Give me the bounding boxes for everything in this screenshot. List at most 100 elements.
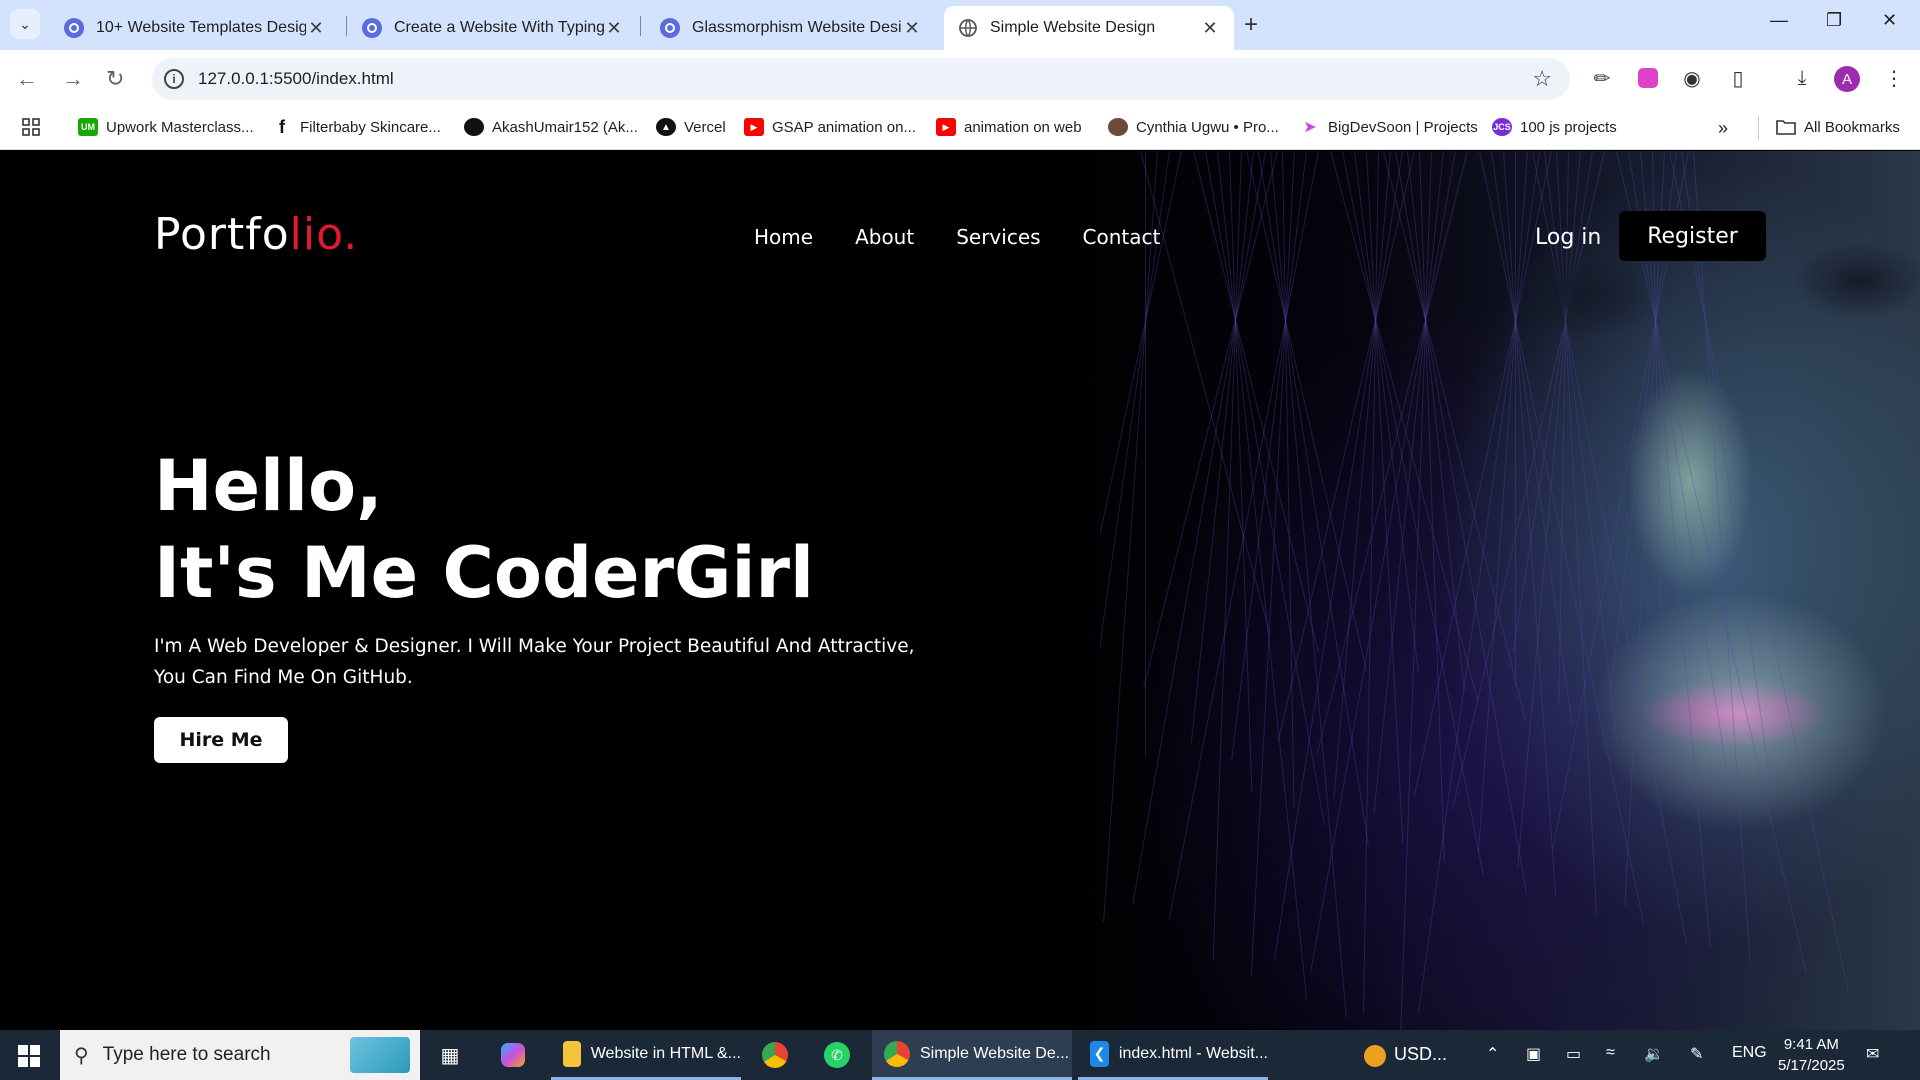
taskbar-app-chrome-active[interactable]: Simple Website De... (872, 1030, 1072, 1080)
taskbar-search[interactable]: ⚲ Type here to search (60, 1030, 420, 1080)
filterbaby-icon: f (279, 116, 285, 137)
back-icon[interactable]: ← (16, 66, 38, 92)
login-link[interactable]: Log in (1535, 225, 1601, 250)
hero-subtitle: I'm A Web Developer & Designer. I Will M… (154, 631, 934, 693)
tab-active[interactable]: Simple Website Design ✕ (944, 6, 1234, 50)
close-window-icon[interactable]: ✕ (1882, 10, 1897, 31)
tab-1[interactable]: 10+ Website Templates Design ✕ (50, 6, 340, 50)
close-icon[interactable]: ✕ (902, 18, 922, 39)
bookmark-item[interactable]: ➤ BigDevSoon | Projects (1300, 118, 1478, 137)
camera-icon[interactable]: ◉ (1678, 64, 1706, 92)
close-icon[interactable]: ✕ (1200, 18, 1220, 39)
bookmark-label: animation on web (964, 118, 1082, 136)
nav-about[interactable]: About (855, 225, 914, 249)
tab-search-button[interactable]: ⌄ (10, 9, 40, 39)
forward-icon[interactable]: → (62, 66, 84, 92)
bookmark-item[interactable]: JCS 100 js projects (1492, 118, 1617, 136)
bookmark-item[interactable]: f Filterbaby Skincare... (272, 116, 441, 137)
url-text[interactable]: 127.0.0.1:5500/index.html (198, 69, 394, 89)
close-icon[interactable]: ✕ (604, 18, 624, 39)
copilot-icon[interactable] (498, 1040, 528, 1070)
nav-contact[interactable]: Contact (1083, 225, 1161, 249)
clock[interactable]: 9:41 AM 5/17/2025 (1778, 1034, 1845, 1076)
taskbar-app-explorer[interactable]: Website in HTML &... (551, 1030, 741, 1080)
taskbar-app-label: Simple Website De... (920, 1044, 1070, 1062)
hire-me-button[interactable]: Hire Me (154, 717, 288, 763)
hair-strand (1640, 151, 1711, 948)
folder-icon (1776, 118, 1796, 136)
clock-date: 5/17/2025 (1778, 1057, 1845, 1074)
bookmarks-bar: UM Upwork Masterclass... f Filterbaby Skin… (0, 108, 1920, 150)
bookmark-item[interactable]: AkashUmair152 (Ak... (464, 118, 638, 136)
bookmark-star-icon[interactable]: ☆ (1532, 66, 1552, 92)
vercel-icon: ▲ (656, 118, 676, 136)
battery-icon[interactable]: ▭ (1566, 1044, 1581, 1064)
bookmark-item[interactable]: UM Upwork Masterclass... (78, 118, 254, 136)
address-bar[interactable]: i 127.0.0.1:5500/index.html ☆ (152, 58, 1570, 100)
notifications-icon[interactable]: ✉ (1866, 1044, 1879, 1064)
hero-subtitle-line2: You Can Find Me On GitHub. (154, 667, 413, 688)
register-button[interactable]: Register (1619, 211, 1766, 261)
taskbar-app-vscode[interactable]: ❮ index.html - Websit... (1078, 1030, 1268, 1080)
pen-icon[interactable]: ✎ (1690, 1044, 1703, 1064)
windows-start-icon[interactable] (18, 1045, 40, 1067)
tab-title: Simple Website Design (990, 19, 1156, 36)
nav-services[interactable]: Services (956, 225, 1040, 249)
site-logo[interactable]: Portfolio. (154, 209, 358, 260)
web-page: Portfolio. Home About Services Contact L… (0, 151, 1920, 1030)
bookmark-divider (1758, 116, 1759, 140)
meet-now-icon[interactable]: ▣ (1526, 1044, 1541, 1064)
tab-divider (640, 16, 641, 36)
extension-pink-icon[interactable] (1634, 64, 1662, 92)
all-bookmarks[interactable]: All Bookmarks (1776, 118, 1900, 136)
show-hidden-icons[interactable]: ⌃ (1486, 1044, 1499, 1064)
rocket-icon: ➤ (1303, 119, 1317, 136)
menu-kebab-icon[interactable]: ⋮ (1880, 64, 1908, 92)
logo-accent-text: lio. (289, 209, 359, 260)
avatar-icon (1108, 118, 1128, 136)
site-info-icon[interactable]: i (164, 69, 184, 89)
new-tab-button[interactable]: + (1244, 12, 1258, 38)
all-bookmarks-label: All Bookmarks (1804, 118, 1900, 136)
extensions-puzzle-icon[interactable]: ▯ (1724, 64, 1752, 92)
currency-widget[interactable]: USD... (1364, 1044, 1447, 1067)
restore-icon[interactable]: ❐ (1826, 10, 1842, 31)
coins-icon (1364, 1044, 1386, 1067)
minimize-icon[interactable]: — (1770, 10, 1788, 31)
currency-label: USD... (1394, 1044, 1448, 1064)
task-view-icon[interactable]: ▦ (435, 1040, 465, 1070)
nav-home[interactable]: Home (754, 225, 813, 249)
language-indicator[interactable]: ENG (1732, 1044, 1767, 1062)
tab-title: 10+ Website Templates Design (96, 19, 306, 36)
tab-2[interactable]: Create a Website With Typing Te ✕ (348, 6, 638, 50)
taskbar-app-label: Website in HTML &... (590, 1044, 741, 1062)
download-icon[interactable]: ⤓ (1788, 64, 1816, 92)
bookmark-label: GSAP animation on... (772, 118, 916, 136)
profile-avatar[interactable]: A (1834, 66, 1860, 92)
color-picker-extension-icon[interactable]: ✏ (1588, 64, 1616, 92)
bookmark-label: Filterbaby Skincare... (300, 118, 441, 136)
apps-grid-icon[interactable] (22, 118, 40, 136)
bookmark-item[interactable]: Cynthia Ugwu • Pro... (1108, 118, 1279, 136)
codingnepal-icon (660, 18, 680, 38)
tab-3[interactable]: Glassmorphism Website Design ✕ (646, 6, 936, 50)
bookmark-label: Upwork Masterclass... (106, 118, 254, 136)
logo-text: Portfo (154, 209, 290, 260)
hair-strand (1477, 151, 1528, 853)
clock-time: 9:41 AM (1783, 1036, 1839, 1053)
taskbar-app-chrome[interactable] (750, 1030, 806, 1080)
youtube-icon: ▶ (744, 118, 764, 136)
close-icon[interactable]: ✕ (306, 18, 326, 39)
github-icon (464, 118, 484, 136)
more-bookmarks-icon[interactable]: » (1718, 118, 1728, 139)
taskbar-app-whatsapp[interactable]: ✆ (812, 1030, 868, 1080)
bookmark-label: BigDevSoon | Projects (1328, 118, 1478, 136)
reload-icon[interactable]: ↻ (106, 66, 124, 92)
chrome-icon (884, 1040, 910, 1067)
bookmark-item[interactable]: ▶ animation on web (936, 118, 1082, 136)
wifi-icon[interactable]: ≈ (1606, 1044, 1615, 1062)
volume-icon[interactable]: 🔉 (1644, 1044, 1664, 1064)
bookmark-item[interactable]: ▶ GSAP animation on... (744, 118, 916, 136)
folder-icon (563, 1040, 581, 1067)
bookmark-item[interactable]: ▲ Vercel (656, 118, 726, 136)
